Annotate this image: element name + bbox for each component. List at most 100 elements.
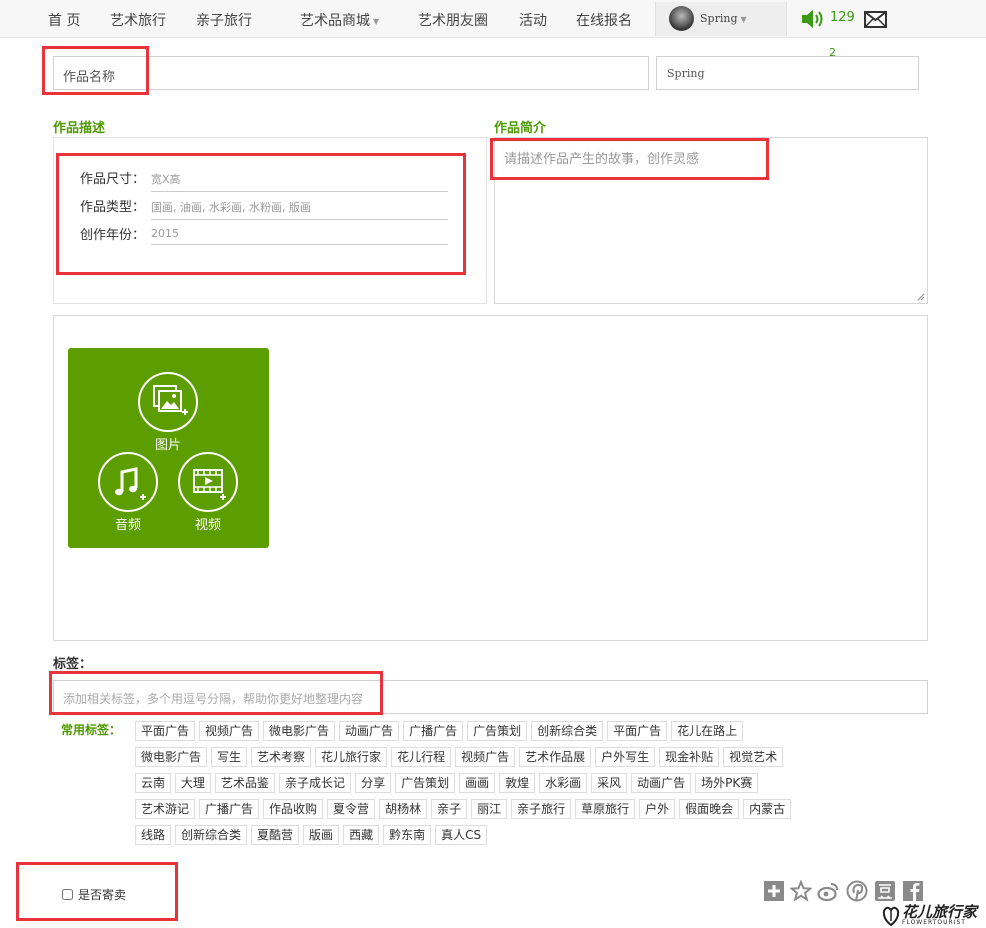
tag-chip[interactable]: 动画广告: [339, 721, 400, 741]
tag-chip[interactable]: 艺术游记: [135, 799, 196, 819]
intro-textarea[interactable]: 请描述作品产生的故事，创作灵感: [494, 137, 928, 304]
consign-checkbox[interactable]: [62, 889, 73, 900]
nav-art-mall[interactable]: 艺术品商城 ▼: [300, 10, 379, 30]
add-audio-button[interactable]: 音频: [98, 452, 158, 533]
tag-chip[interactable]: 版画: [303, 825, 340, 845]
tag-chip[interactable]: 艺术考察: [251, 747, 312, 767]
tag-chip[interactable]: 花儿行程: [391, 747, 452, 767]
douban-icon[interactable]: [874, 880, 896, 902]
tag-chip[interactable]: 艺术作品展: [519, 747, 592, 767]
plus-share-icon[interactable]: [763, 880, 785, 902]
size-label: 作品尺寸：: [80, 172, 146, 187]
tag-chip[interactable]: 写生: [211, 747, 248, 767]
tag-chip[interactable]: 胡杨林: [379, 799, 428, 819]
year-input[interactable]: 2015: [151, 227, 448, 245]
tag-chip[interactable]: 微电影广告: [135, 747, 208, 767]
tags-heading: 标签：: [53, 657, 93, 672]
tag-chip[interactable]: 广播广告: [199, 799, 260, 819]
nav-home[interactable]: 首 页: [48, 10, 80, 30]
size-input[interactable]: 宽X高: [151, 171, 448, 192]
tag-row: 平面广告 视频广告 微电影广告 动画广告 广播广告 广告策划 创新综合类 平面广告 花儿在路上: [135, 721, 747, 741]
speaker-icon[interactable]: [800, 8, 826, 30]
description-heading: 作品描述: [53, 121, 106, 136]
media-tile: 图片 音频 视频: [68, 348, 269, 548]
tag-chip[interactable]: 视频广告: [199, 721, 260, 741]
tag-chip[interactable]: 户外写生: [595, 747, 656, 767]
tag-chip[interactable]: 亲子旅行: [511, 799, 572, 819]
tag-chip[interactable]: 云南: [135, 773, 172, 793]
consign-option[interactable]: 是否寄卖: [62, 886, 126, 903]
site-logo: 花儿旅行家 FLOWERTOURIST: [880, 900, 986, 928]
tag-chip[interactable]: 内蒙古: [743, 799, 792, 819]
user-menu[interactable]: Spring ▼: [655, 2, 787, 36]
author-input[interactable]: Spring: [656, 56, 919, 90]
video-plus-icon: [178, 452, 238, 512]
tag-chip[interactable]: 微电影广告: [263, 721, 336, 741]
tag-chip[interactable]: 广告策划: [467, 721, 528, 741]
tag-chip[interactable]: 视觉艺术: [723, 747, 784, 767]
tag-chip[interactable]: 丽江: [471, 799, 508, 819]
chevron-down-icon: ▼: [373, 16, 380, 26]
tags-input[interactable]: 添加相关标签，多个用逗号分隔，帮助你更好地整理内容: [53, 680, 928, 714]
tag-chip[interactable]: 草原旅行: [575, 799, 636, 819]
nav-art-travel[interactable]: 艺术旅行: [110, 10, 166, 30]
tag-chip[interactable]: 假面晚会: [679, 799, 740, 819]
tag-chip[interactable]: 水彩画: [539, 773, 588, 793]
tag-chip[interactable]: 画画: [459, 773, 496, 793]
tag-chip[interactable]: 亲子成长记: [279, 773, 352, 793]
nav-art-friends[interactable]: 艺术朋友圈: [418, 10, 488, 30]
tag-chip[interactable]: 创新综合类: [175, 825, 248, 845]
tag-chip[interactable]: 广告策划: [395, 773, 456, 793]
tag-chip[interactable]: 现金补贴: [659, 747, 720, 767]
title-input[interactable]: 作品名称: [53, 56, 649, 90]
tag-chip[interactable]: 敦煌: [499, 773, 536, 793]
tag-chip[interactable]: 大理: [175, 773, 212, 793]
user-name-text: Spring: [700, 12, 738, 25]
tag-chip[interactable]: 户外: [639, 799, 676, 819]
star-icon[interactable]: [790, 880, 812, 902]
nav-events[interactable]: 活动: [519, 10, 547, 30]
type-input[interactable]: 国画, 油画, 水彩画, 水粉画, 版画: [151, 199, 448, 220]
resize-grip-icon[interactable]: [917, 293, 925, 301]
add-image-button[interactable]: 图片: [138, 372, 198, 453]
tag-chip[interactable]: 平面广告: [607, 721, 668, 741]
common-tags-label: 常用标签：: [61, 723, 122, 737]
tag-chip[interactable]: 西藏: [343, 825, 380, 845]
tag-chip[interactable]: 广播广告: [403, 721, 464, 741]
tag-chip[interactable]: 采风: [591, 773, 628, 793]
tag-chip[interactable]: 动画广告: [631, 773, 692, 793]
nav-art-mall-label: 艺术品商城: [300, 13, 370, 29]
tag-chip[interactable]: 花儿旅行家: [315, 747, 388, 767]
tag-chip[interactable]: 视频广告: [455, 747, 516, 767]
tag-chip[interactable]: 作品收购: [263, 799, 324, 819]
tag-chip[interactable]: 艺术品鉴: [215, 773, 276, 793]
title-placeholder: 作品名称: [63, 70, 116, 85]
tag-chip[interactable]: 亲子: [431, 799, 468, 819]
top-nav: 首 页 艺术旅行 亲子旅行 艺术品商城 ▼ 艺术朋友圈 活动 在线报名 Sprin…: [0, 0, 986, 38]
intro-heading: 作品简介: [494, 121, 547, 136]
tag-chip[interactable]: 线路: [135, 825, 172, 845]
tag-chip[interactable]: 分享: [355, 773, 392, 793]
add-video-label: 视频: [194, 518, 221, 533]
tag-chip[interactable]: 夏令营: [327, 799, 376, 819]
tag-chip[interactable]: 场外PK赛: [695, 773, 759, 793]
mail-icon[interactable]: [864, 11, 887, 28]
intro-placeholder: 请描述作品产生的故事，创作灵感: [504, 152, 700, 167]
tag-chip[interactable]: 黔东南: [383, 825, 432, 845]
image-plus-icon: [138, 372, 198, 432]
tag-chip[interactable]: 真人CS: [435, 825, 488, 845]
weibo-icon[interactable]: [817, 880, 839, 902]
pinterest-icon[interactable]: [846, 880, 868, 902]
tags-placeholder: 添加相关标签，多个用逗号分隔，帮助你更好地整理内容: [63, 692, 364, 706]
add-image-label: 图片: [154, 438, 181, 453]
nav-family-travel[interactable]: 亲子旅行: [196, 10, 252, 30]
tag-chip[interactable]: 创新综合类: [531, 721, 604, 741]
tag-chip[interactable]: 花儿在路上: [671, 721, 744, 741]
tag-chip[interactable]: 夏酷营: [251, 825, 300, 845]
add-video-button[interactable]: 视频: [178, 452, 238, 533]
author-value: Spring: [667, 67, 705, 80]
tag-chip[interactable]: 平面广告: [135, 721, 196, 741]
tag-row: 艺术游记 广播广告 作品收购 夏令营 胡杨林 亲子 丽江 亲子旅行 草原旅行 户外 假面晚会 内蒙古: [135, 799, 795, 819]
facebook-icon[interactable]: [902, 880, 924, 902]
nav-online-signup[interactable]: 在线报名: [576, 10, 632, 30]
